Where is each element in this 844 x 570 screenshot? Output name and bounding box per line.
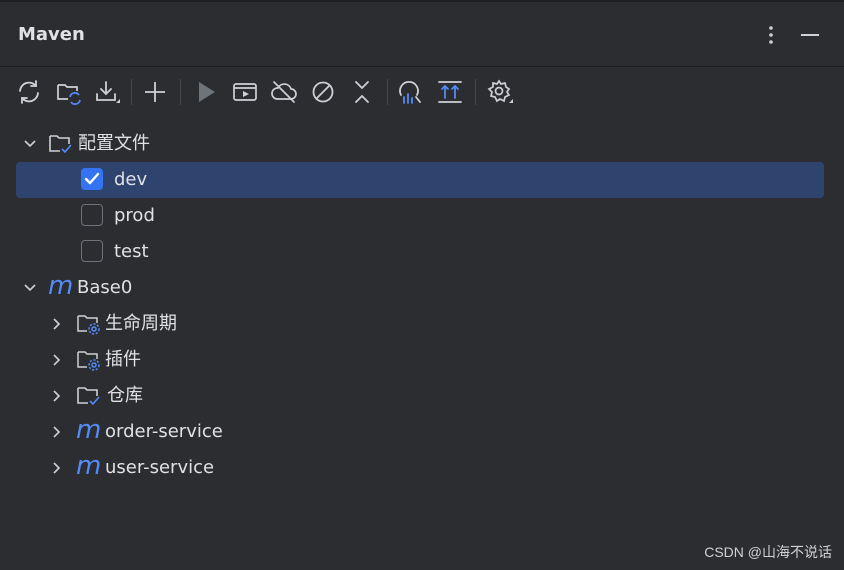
profile-checkbox-dev[interactable] bbox=[81, 168, 103, 190]
toolbar-separator bbox=[180, 79, 181, 105]
maven-module-icon: m bbox=[76, 451, 102, 481]
chevron-right-icon[interactable] bbox=[47, 314, 67, 334]
show-dependencies-icon[interactable] bbox=[435, 77, 465, 107]
profile-label: prod bbox=[114, 205, 155, 226]
tree-node-label: 生命周期 bbox=[105, 313, 177, 334]
maven-toolbar bbox=[0, 67, 844, 117]
folder-gear-icon bbox=[76, 348, 102, 372]
minimize-icon[interactable] bbox=[797, 22, 823, 48]
toolbar-separator bbox=[131, 79, 132, 105]
tree-node-label: 仓库 bbox=[107, 385, 143, 406]
chevron-right-icon[interactable] bbox=[47, 386, 67, 406]
tree-node-profiles[interactable]: 配置文件 bbox=[16, 126, 824, 162]
tree-node-module-user-service[interactable]: m user-service bbox=[16, 450, 824, 486]
skip-tests-icon[interactable] bbox=[308, 77, 338, 107]
reload-icon[interactable] bbox=[14, 77, 44, 107]
more-options-icon[interactable] bbox=[758, 22, 784, 48]
tree-node-label: order-service bbox=[105, 421, 223, 442]
settings-gear-icon[interactable] bbox=[485, 77, 515, 107]
watermark-text: CSDN @山海不说话 bbox=[704, 544, 832, 560]
folder-check-icon bbox=[48, 132, 74, 156]
maven-module-icon: m bbox=[76, 415, 102, 445]
profile-label: dev bbox=[114, 169, 148, 190]
profile-label: test bbox=[114, 241, 149, 262]
tree-node-module-order-service[interactable]: m order-service bbox=[16, 414, 824, 450]
tree-node-plugins[interactable]: 插件 bbox=[16, 342, 824, 378]
chevron-right-icon[interactable] bbox=[47, 458, 67, 478]
tree-node-label: user-service bbox=[105, 457, 215, 478]
profile-item-prod[interactable]: prod bbox=[16, 198, 824, 234]
tree-node-label: 配置文件 bbox=[78, 133, 150, 154]
profile-checkbox-prod[interactable] bbox=[81, 204, 103, 226]
profile-item-dev[interactable]: dev bbox=[16, 162, 824, 198]
folder-check-icon bbox=[76, 384, 102, 408]
folder-gear-icon bbox=[76, 312, 102, 336]
chevron-right-icon[interactable] bbox=[47, 350, 67, 370]
toolbar-separator bbox=[475, 79, 476, 105]
profile-item-test[interactable]: test bbox=[16, 234, 824, 270]
tree-node-label: Base0 bbox=[77, 277, 133, 298]
tree-node-project-base0[interactable]: m Base0 bbox=[16, 270, 824, 306]
tool-window-title: Maven bbox=[18, 24, 85, 45]
tree-node-label: 插件 bbox=[105, 349, 141, 370]
maven-project-icon: m bbox=[48, 271, 74, 301]
run-icon[interactable] bbox=[191, 77, 221, 107]
tool-window-header: Maven bbox=[0, 2, 844, 67]
profile-checkbox-test[interactable] bbox=[81, 240, 103, 262]
tree-node-repositories[interactable]: 仓库 bbox=[16, 378, 824, 414]
tree-node-lifecycle[interactable]: 生命周期 bbox=[16, 306, 824, 342]
toolbar-separator bbox=[387, 79, 388, 105]
chevron-right-icon[interactable] bbox=[47, 422, 67, 442]
run-configuration-icon[interactable] bbox=[230, 77, 260, 107]
download-icon[interactable] bbox=[92, 77, 122, 107]
add-icon[interactable] bbox=[140, 77, 170, 107]
offline-mode-icon[interactable] bbox=[269, 77, 299, 107]
collapse-all-icon[interactable] bbox=[347, 77, 377, 107]
chevron-down-icon[interactable] bbox=[20, 278, 40, 298]
chevron-down-icon[interactable] bbox=[20, 134, 40, 154]
analyze-dependencies-icon[interactable] bbox=[395, 77, 425, 107]
reload-folder-icon[interactable] bbox=[54, 77, 84, 107]
